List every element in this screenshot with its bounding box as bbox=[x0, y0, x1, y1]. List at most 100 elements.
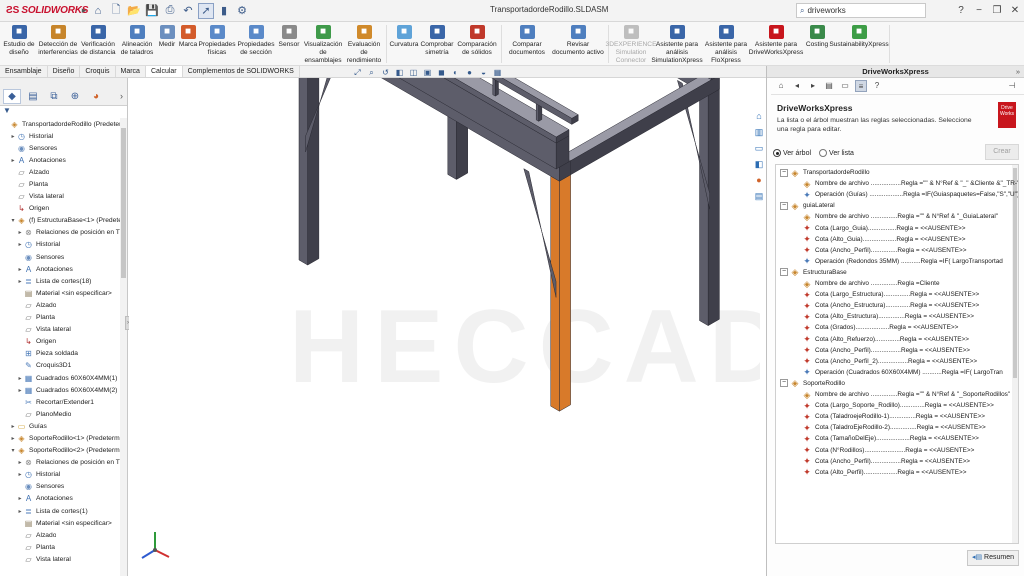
tree-item[interactable]: ▸ ◷ Historial bbox=[0, 469, 120, 481]
home-icon[interactable]: ⌂ bbox=[775, 80, 787, 92]
view-orientation-icon[interactable]: ▣ bbox=[422, 68, 433, 77]
expand-toggle-icon[interactable]: ▸ bbox=[9, 435, 17, 442]
tree-item[interactable]: ▸ ⊗ Relaciones de posición en T bbox=[0, 227, 120, 239]
collapse-toggle-icon[interactable]: − bbox=[780, 268, 788, 277]
ribbon-simxpress-button[interactable]: ■ Asistente para análisis SimulationXpres… bbox=[651, 22, 703, 65]
rules-view-icon[interactable]: ≡ bbox=[855, 80, 867, 92]
create-button[interactable]: Crear bbox=[985, 144, 1019, 160]
tree-item[interactable]: ▸ ▦ Cuadrados 60X60X4MM(2) bbox=[0, 384, 120, 396]
tree-item[interactable]: ▱ PlanoMedio bbox=[0, 408, 120, 420]
rule-item[interactable]: ✦ Cota (Ancho_Perfil).................Reg… bbox=[802, 456, 970, 467]
view-palette-icon[interactable]: ◧ bbox=[753, 158, 765, 170]
save-icon[interactable]: 💾 bbox=[144, 3, 160, 19]
tree-item[interactable]: ▱ Alzado bbox=[0, 166, 120, 178]
ribbon-symmetry-button[interactable]: ■ Comprobar simetría bbox=[419, 22, 455, 57]
ribbon-markup-button[interactable]: ■ Marca bbox=[178, 22, 198, 49]
expand-toggle-icon[interactable]: ▸ bbox=[16, 508, 24, 515]
close-icon[interactable]: ✕ bbox=[1008, 2, 1022, 18]
collapse-chevron-icon[interactable]: » bbox=[1016, 66, 1020, 78]
select-arrow-icon[interactable]: ➚ bbox=[198, 2, 214, 19]
tree-item[interactable]: ◉ Sensores bbox=[0, 251, 120, 263]
tree-item[interactable]: ▱ Vista lateral bbox=[0, 324, 120, 336]
expand-toggle-icon[interactable]: ▸ bbox=[16, 459, 24, 466]
tabs-overflow-arrow-icon[interactable]: › bbox=[120, 91, 123, 101]
tree-item[interactable]: ✂ Recortar/Extender1 bbox=[0, 396, 120, 408]
tree-item[interactable]: ▸ ⊗ Relaciones de posición en T bbox=[0, 457, 120, 469]
folder-icon[interactable]: ▭ bbox=[839, 80, 851, 92]
apply-scene-icon[interactable]: ◒ bbox=[478, 68, 489, 77]
previous-view-icon[interactable]: ↺ bbox=[380, 68, 391, 77]
feature-tree-scrollbar[interactable] bbox=[120, 118, 127, 576]
tree-item[interactable]: ▱ Planta bbox=[0, 541, 120, 553]
graphics-viewport[interactable]: HECCAD bbox=[129, 78, 760, 576]
tree-item[interactable]: ✎ Croquis3D1 bbox=[0, 360, 120, 372]
collapse-toggle-icon[interactable]: − bbox=[780, 168, 788, 177]
ribbon-sustainability-button[interactable]: ■ SustainabilityXpress bbox=[829, 22, 889, 49]
dynamic-annotation-icon[interactable]: ◫ bbox=[408, 68, 419, 77]
expand-toggle-icon[interactable]: ▸ bbox=[16, 471, 24, 478]
expand-toggle-icon[interactable]: ▾ bbox=[9, 447, 17, 454]
rule-item[interactable]: ✦ Cota (TamañoDelEje)...................R… bbox=[802, 433, 979, 444]
rule-item[interactable]: ◈ Nombre de archivo ...............Regla … bbox=[802, 278, 940, 289]
expand-toggle-icon[interactable]: ▸ bbox=[16, 495, 24, 502]
pin-icon[interactable]: ⊣ bbox=[1006, 80, 1018, 92]
tree-item[interactable]: ⊞ Pieza soldada bbox=[0, 348, 120, 360]
tree-item[interactable]: ▾ ◈ SoporteRodillo<2> (Predetermir bbox=[0, 445, 120, 457]
rule-item[interactable]: ✦ Operación (Redondos 35MM) ...........Re… bbox=[802, 256, 1003, 267]
expand-toggle-icon[interactable]: ▸ bbox=[9, 133, 17, 140]
conveyor-model[interactable] bbox=[129, 78, 760, 576]
tree-item[interactable]: ▱ Planta bbox=[0, 178, 120, 190]
rule-item[interactable]: ✦ Cota (Alto_Guia)...................Regl… bbox=[802, 234, 965, 245]
rule-item[interactable]: ◈ Nombre de archivo ...............Regla … bbox=[802, 389, 1011, 400]
appearances-icon[interactable]: ● bbox=[753, 174, 765, 186]
scrollbar-thumb[interactable] bbox=[121, 128, 126, 278]
home-icon[interactable]: ⌂ bbox=[90, 3, 106, 19]
rule-item[interactable]: ✦ Cota (Largo_Guia)................Regla … bbox=[802, 223, 965, 234]
custom-properties-icon[interactable]: ▤ bbox=[753, 190, 765, 202]
ribbon-compare-docs-button[interactable]: ■ Comparar documentos bbox=[504, 22, 550, 57]
ribbon-performance-button[interactable]: ■ Evaluación de rendimiento bbox=[344, 22, 384, 65]
tree-item[interactable]: ▸ A Anotaciones bbox=[0, 263, 120, 275]
tree-item[interactable]: ◉ Sensores bbox=[0, 142, 120, 154]
ribbon-compare-solids-button[interactable]: ■ Comparación de sólidos bbox=[455, 22, 499, 57]
rules-group[interactable]: − ◈ guiaLateral bbox=[780, 200, 835, 211]
ribbon-section-props-button[interactable]: ■ Propiedades de sección bbox=[236, 22, 276, 57]
rules-tree-scrollbar[interactable] bbox=[1012, 165, 1018, 543]
view-tree-radio[interactable]: Ver árbol bbox=[773, 149, 811, 157]
tab-marca[interactable]: Marca bbox=[116, 66, 146, 77]
rule-item[interactable]: ✦ Cota (Largo_Soporte_Rodillo)...........… bbox=[802, 400, 994, 411]
ribbon-costing-button[interactable]: ■ Costing bbox=[803, 22, 831, 49]
rule-item[interactable]: ✦ Cota (Ancho_Estructura)..............Re… bbox=[802, 300, 979, 311]
tab-calcular[interactable]: Calcular bbox=[145, 66, 183, 77]
leg-back-right-front-face[interactable] bbox=[699, 90, 709, 327]
tree-item[interactable]: ↳ Origen bbox=[0, 336, 120, 348]
view-settings-icon[interactable]: ▦ bbox=[492, 68, 503, 77]
ribbon-design-study-button[interactable]: ■ Estudio de diseño bbox=[0, 22, 38, 57]
traffic-light-icon[interactable]: ▮ bbox=[216, 3, 232, 19]
leg-front-left-front-face[interactable] bbox=[298, 78, 308, 266]
tree-item[interactable]: ▱ Vista lateral bbox=[0, 191, 120, 203]
summary-button[interactable]: ◂▤ Resumen bbox=[967, 550, 1019, 566]
rule-item[interactable]: ✦ Cota (TaladroEjeRodillo-2).............… bbox=[802, 422, 985, 433]
document-icon[interactable]: ▤ bbox=[823, 80, 835, 92]
tab-dise-o[interactable]: Diseño bbox=[48, 66, 81, 77]
tree-item[interactable]: ▤ Material <sin especificar> bbox=[0, 517, 120, 529]
expand-toggle-icon[interactable]: ▾ bbox=[9, 217, 17, 224]
ribbon-check-doc-button[interactable]: ■ Revisar documento activo bbox=[550, 22, 606, 57]
ribbon-hole-align-button[interactable]: ■ Alineación de taladros bbox=[118, 22, 156, 57]
back-icon[interactable]: ◂ bbox=[791, 80, 803, 92]
expand-toggle-icon[interactable]: ▸ bbox=[16, 375, 24, 382]
ribbon-interference-button[interactable]: ■ Detección de interferencias bbox=[38, 22, 78, 57]
options-gear-icon[interactable]: ⚙ bbox=[234, 3, 250, 19]
expand-toggle-icon[interactable]: ▸ bbox=[16, 266, 24, 273]
ribbon-floxpress-button[interactable]: ■ Asistente para análisis FloXpress bbox=[703, 22, 749, 65]
rule-item[interactable]: ✦ Cota (Grados)...................Regla =… bbox=[802, 322, 958, 333]
rule-item[interactable]: ✦ Operación (Cuadrados 60X60X4MM) .......… bbox=[802, 367, 1003, 378]
display-style-icon[interactable]: ◼ bbox=[436, 68, 447, 77]
rules-group[interactable]: − ◈ SoporteRodillo bbox=[780, 378, 845, 389]
zoom-fit-icon[interactable]: ⤢ bbox=[352, 68, 363, 77]
minimize-icon[interactable]: − bbox=[972, 2, 986, 18]
ribbon-measure-button[interactable]: ■ Medir bbox=[156, 22, 178, 49]
open-folder-icon[interactable]: 📂 bbox=[126, 3, 142, 19]
expand-toggle-icon[interactable]: ▸ bbox=[16, 241, 24, 248]
